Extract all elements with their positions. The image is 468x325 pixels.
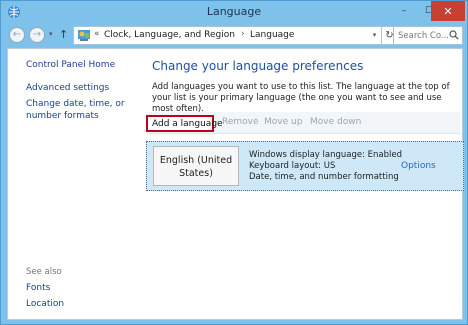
title-bar: Language – ☐ ✕ <box>1 1 467 25</box>
language-window: Language – ☐ ✕ ← → ▾ ↑ « Clock, Language… <box>0 0 468 325</box>
location-link[interactable]: Location <box>26 298 64 310</box>
search-icon[interactable] <box>449 30 459 40</box>
move-up-button[interactable]: Move up <box>264 115 302 132</box>
control-panel-icon <box>78 30 90 41</box>
language-toolbar: Add a language Remove Move up Move down <box>146 112 460 134</box>
move-down-button[interactable]: Move down <box>310 115 361 132</box>
fonts-link[interactable]: Fonts <box>26 282 50 294</box>
breadcrumb-separator: › <box>241 29 245 39</box>
language-details: Windows display language: Enabled Keyboa… <box>249 150 409 183</box>
breadcrumb-overflow[interactable]: « <box>94 29 100 39</box>
back-button[interactable]: ← <box>9 27 25 43</box>
language-options-link[interactable]: Options <box>401 161 436 171</box>
remove-button[interactable]: Remove <box>222 115 259 132</box>
see-also-label: See also <box>26 267 62 277</box>
advanced-settings-link[interactable]: Advanced settings <box>26 82 109 94</box>
recent-locations-chevron-down-icon[interactable]: ▾ <box>49 30 53 38</box>
forward-button[interactable]: → <box>29 27 45 43</box>
formatting-status: Date, time, and number formatting <box>249 172 399 182</box>
main-panel: Change your language preferences Add lan… <box>146 49 464 319</box>
address-bar[interactable]: « Clock, Language, and Region › Language <box>73 26 369 45</box>
page-title: Change your language preferences <box>152 59 364 73</box>
sidebar: Control Panel Home Advanced settings Cha… <box>8 49 144 319</box>
add-language-button[interactable]: Add a language <box>146 115 223 132</box>
page-description: Add languages you want to use to this li… <box>152 82 450 114</box>
search-input[interactable] <box>394 27 450 44</box>
language-name-tile[interactable]: English (United States) <box>153 146 239 186</box>
address-row: ← → ▾ ↑ « Clock, Language, and Region › … <box>7 25 463 47</box>
search-box[interactable] <box>393 26 463 45</box>
content-area: Control Panel Home Advanced settings Cha… <box>7 48 464 320</box>
keyboard-layout-status: Keyboard layout: US <box>249 161 336 171</box>
address-dropdown-chevron-down-icon[interactable]: ▾ <box>368 26 382 45</box>
language-list-item[interactable]: English (United States) Windows display … <box>146 141 464 191</box>
control-panel-home-link[interactable]: Control Panel Home <box>26 59 115 71</box>
breadcrumb-clock-language-region[interactable]: Clock, Language, and Region <box>104 30 235 40</box>
change-date-formats-link[interactable]: Change date, time, or number formats <box>26 98 144 122</box>
minimize-button[interactable]: – <box>391 1 417 21</box>
up-arrow-icon[interactable]: ↑ <box>59 28 68 41</box>
breadcrumb-language[interactable]: Language <box>250 30 294 40</box>
close-button[interactable]: ✕ <box>431 1 465 21</box>
display-language-status: Windows display language: Enabled <box>249 150 403 160</box>
